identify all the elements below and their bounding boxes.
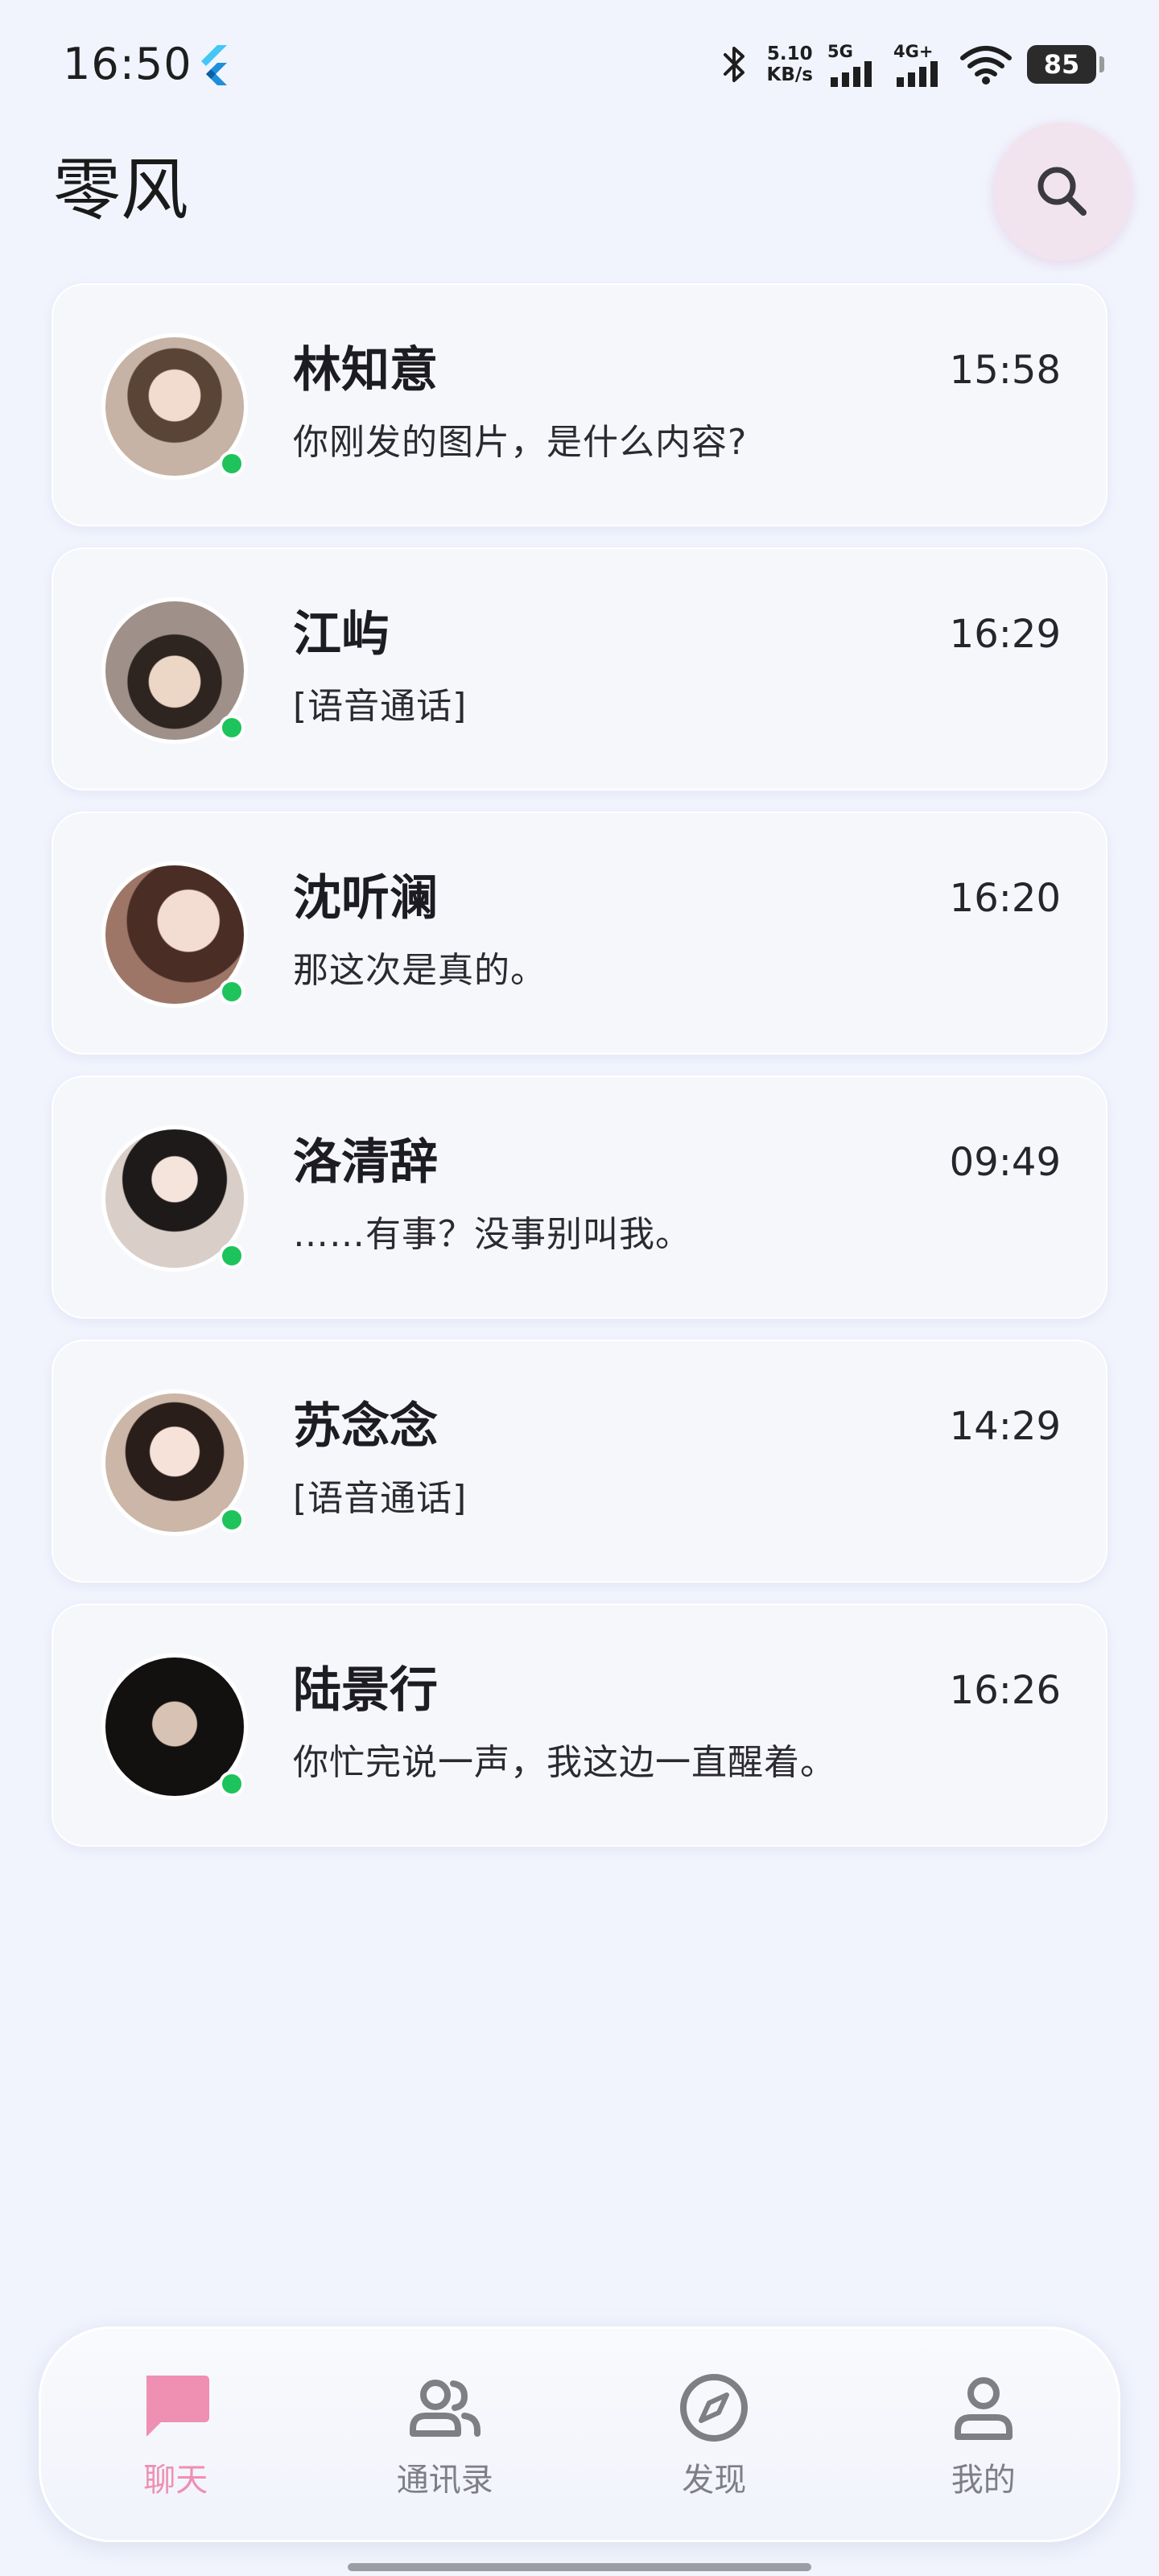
signal-bars-icon (897, 61, 938, 87)
chat-item[interactable]: 洛清辞 09:49 ……有事？没事别叫我。 (52, 1075, 1107, 1319)
status-time: 16:50 (63, 39, 192, 89)
message-preview: 你刚发的图片，是什么内容? (293, 422, 748, 463)
online-status-dot (219, 715, 245, 741)
signal-sim2: 4G+ (893, 40, 945, 89)
nav-item-discover[interactable]: 发现 (609, 2368, 819, 2501)
message-time: 16:20 (949, 876, 1061, 921)
online-status-dot (219, 451, 245, 477)
search-button[interactable] (993, 122, 1132, 261)
nav-label: 我的 (951, 2462, 1016, 2499)
network-speed-unit: KB/s (766, 64, 813, 85)
compass-icon (674, 2368, 754, 2448)
contact-name: 苏念念 (293, 1398, 438, 1455)
nav-label: 聊天 (143, 2462, 208, 2499)
online-status-dot (219, 1243, 245, 1269)
status-icons: 5.10 KB/s 5G 4G+ 85 (717, 39, 1104, 90)
nav-label: 发现 (682, 2462, 747, 2499)
avatar-container (101, 597, 248, 744)
contacts-icon (405, 2368, 485, 2448)
contact-name: 陆景行 (293, 1662, 438, 1719)
message-time: 09:49 (949, 1140, 1061, 1185)
chat-list: 林知意 15:58 你刚发的图片，是什么内容? 江屿 16:29 [语音通话] … (52, 283, 1107, 1868)
contact-name: 洛清辞 (293, 1134, 438, 1191)
network-speed: 5.10 KB/s (767, 43, 813, 85)
message-time: 14:29 (949, 1404, 1061, 1449)
avatar-container (101, 861, 248, 1008)
flutter-app-icon (201, 45, 227, 85)
avatar-container (101, 1389, 248, 1536)
signal-sim1-label: 5G (827, 42, 853, 61)
message-preview: [语音通话] (293, 1478, 468, 1519)
nav-item-contacts[interactable]: 通讯录 (340, 2368, 550, 2501)
page-title: 零风 (53, 151, 189, 229)
status-bar: 16:50 5.10 KB/s 5G 4G+ 85 (0, 0, 1159, 129)
signal-bars-icon (831, 61, 872, 87)
message-preview: ……有事？没事别叫我。 (293, 1214, 691, 1255)
online-status-dot (219, 979, 245, 1005)
nav-item-chat[interactable]: 聊天 (71, 2368, 280, 2501)
contact-name: 江屿 (293, 606, 390, 663)
profile-icon (943, 2368, 1024, 2448)
network-speed-value: 5.10 (766, 43, 813, 64)
message-time: 15:58 (949, 348, 1061, 393)
nav-label: 通讯录 (396, 2462, 493, 2499)
chat-item[interactable]: 林知意 15:58 你刚发的图片，是什么内容? (52, 283, 1107, 526)
message-preview: [语音通话] (293, 686, 468, 727)
message-preview: 那这次是真的。 (293, 950, 547, 991)
online-status-dot (219, 1507, 245, 1533)
message-time: 16:26 (949, 1668, 1061, 1713)
chat-item[interactable]: 苏念念 14:29 [语音通话] (52, 1340, 1107, 1583)
wifi-icon (960, 46, 1012, 85)
contact-name: 林知意 (293, 342, 438, 398)
contact-name: 沈听澜 (293, 870, 438, 927)
chat-item[interactable]: 沈听澜 16:20 那这次是真的。 (52, 811, 1107, 1055)
message-time: 16:29 (949, 612, 1061, 657)
chat-bubble-icon (135, 2368, 216, 2448)
signal-sim2-label: 4G+ (893, 42, 934, 61)
chat-item[interactable]: 陆景行 16:26 你忙完说一声，我这边一直醒着。 (52, 1604, 1107, 1847)
battery-indicator: 85 (1027, 45, 1104, 84)
chat-item[interactable]: 江屿 16:29 [语音通话] (52, 547, 1107, 791)
bottom-navigation: 聊天 通讯录 发现 我的 (39, 2326, 1120, 2542)
avatar-container (101, 333, 248, 480)
search-icon (1037, 167, 1087, 216)
avatar-container (101, 1125, 248, 1272)
home-indicator[interactable] (348, 2563, 811, 2571)
nav-item-profile[interactable]: 我的 (879, 2368, 1088, 2501)
online-status-dot (219, 1771, 245, 1797)
bluetooth-icon (723, 47, 744, 82)
signal-sim1: 5G (827, 40, 879, 89)
avatar-container (101, 1653, 248, 1800)
message-preview: 你忙完说一声，我这边一直醒着。 (293, 1742, 836, 1783)
